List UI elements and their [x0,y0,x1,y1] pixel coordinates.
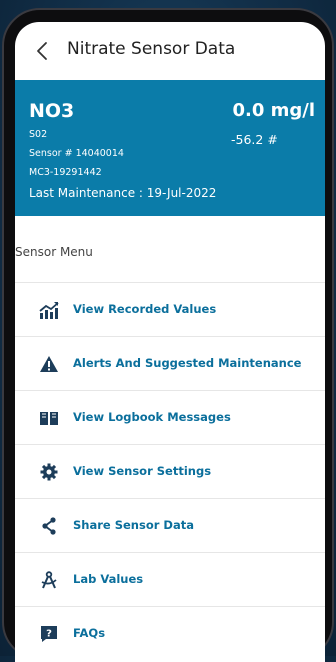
sensor-raw-value: -56.2 # [231,132,278,147]
warning-icon [39,354,59,374]
menu-item-label: FAQs [73,626,106,640]
menu-item-label: Alerts And Suggested Maintenance [73,356,302,370]
menu-caption: Sensor Menu [15,245,93,259]
sensor-menu: View Recorded Values Alerts And Suggeste… [15,282,325,660]
page-title: Nitrate Sensor Data [67,39,236,59]
menu-item-faqs[interactable]: ? FAQs [15,606,325,660]
sensor-code: S02 [29,129,48,140]
menu-item-label: View Recorded Values [73,302,217,316]
question-icon: ? [39,624,59,644]
chart-line-icon [39,300,59,320]
sensor-summary-card: NO3 S02 Sensor # 14040014 MC3-19291442 L… [15,80,325,216]
menu-item-label: Share Sensor Data [73,518,194,532]
sensor-serial: Sensor # 14040014 [29,148,124,159]
svg-text:?: ? [46,629,52,640]
phone-frame: Nitrate Sensor Data NO3 S02 Sensor # 140… [2,8,334,662]
last-maintenance: Last Maintenance : 19-Jul-2022 [29,186,217,200]
share-icon [39,516,59,536]
gear-icon [39,462,59,482]
back-button[interactable] [29,36,55,66]
menu-item-label: View Logbook Messages [73,410,231,424]
compass-icon [39,570,59,590]
menu-item-label: View Sensor Settings [73,464,212,478]
menu-item-logbook[interactable]: View Logbook Messages [15,390,325,444]
menu-item-sensor-settings[interactable]: View Sensor Settings [15,444,325,498]
menu-item-alerts[interactable]: Alerts And Suggested Maintenance [15,336,325,390]
sensor-name: NO3 [29,100,75,122]
top-bar: Nitrate Sensor Data [15,22,325,80]
chevron-left-icon [37,42,47,60]
menu-item-lab-values[interactable]: Lab Values [15,552,325,606]
menu-item-label: Lab Values [73,572,144,586]
menu-item-view-recorded-values[interactable]: View Recorded Values [15,282,325,336]
app-screen: Nitrate Sensor Data NO3 S02 Sensor # 140… [15,22,325,662]
sensor-model: MC3-19291442 [29,167,102,178]
sensor-reading: 0.0 mg/l [232,100,315,121]
menu-item-share-data[interactable]: Share Sensor Data [15,498,325,552]
book-open-icon [39,408,59,428]
